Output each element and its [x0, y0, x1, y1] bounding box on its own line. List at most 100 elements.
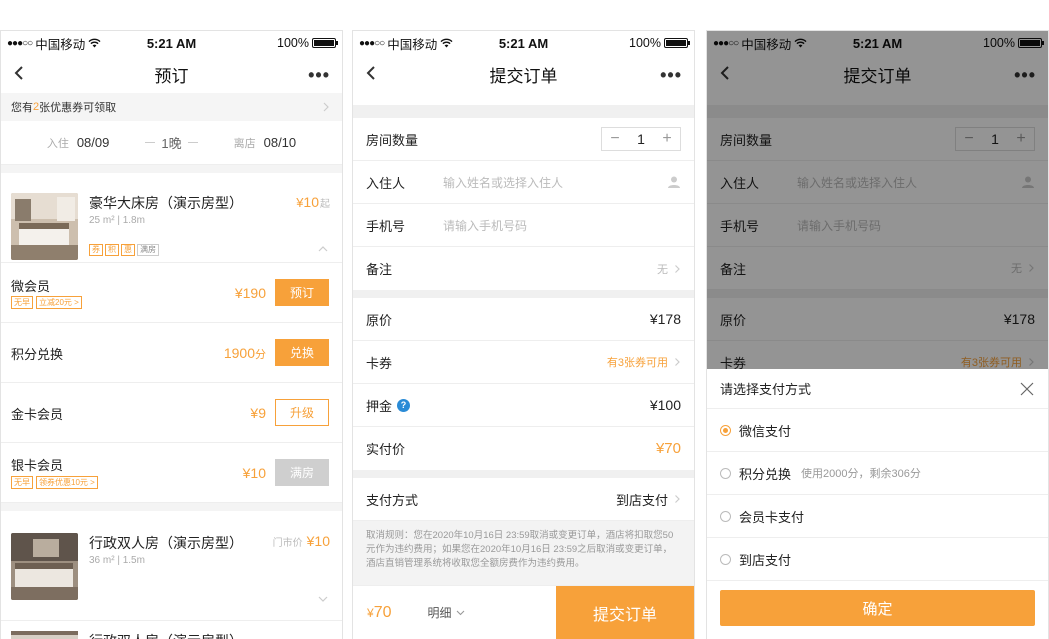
checkin-label: 入住 — [46, 137, 69, 150]
option-label: 微信支付 — [739, 423, 792, 439]
room-spec: 25 m² | 1.8m — [89, 215, 145, 226]
original-price-label: 原价 — [366, 312, 393, 328]
guest-row[interactable]: 入住人 输入姓名或选择入住人 — [353, 161, 694, 204]
plan-price: ¥9 — [250, 405, 266, 421]
phone-row[interactable]: 手机号 请输入手机号码 — [353, 204, 694, 247]
status-bar: ●●●○○ 中国移动 5:21 AM 100% — [353, 31, 694, 55]
tag-full: 满房 — [137, 244, 159, 256]
redeem-button[interactable]: 兑换 — [275, 339, 329, 366]
decrement-button[interactable]: − — [602, 130, 628, 148]
back-icon[interactable] — [363, 64, 381, 82]
tag-instant-discount[interactable]: 立减20元 > — [36, 296, 82, 309]
section-gap — [1, 165, 342, 173]
screen-payment-select: ●●●○○ 中国移动 5:21 AM 100% 提交订单 ••• 房间数量 − … — [706, 30, 1049, 639]
chevron-up-icon[interactable] — [318, 245, 328, 253]
price-section: 原价 ¥178 卡券 有3张券可用 押金? ¥100 实付价 ¥70 — [353, 298, 694, 470]
payment-option-points[interactable]: 积分兑换 使用2000分，剩余306分 — [707, 452, 1048, 495]
deposit-value: ¥100 — [649, 397, 681, 413]
rate-plan-row: 银卡会员 无早 领券优惠10元 > ¥10 满房 — [1, 443, 342, 503]
remark-value: 无 — [657, 261, 681, 277]
question-icon[interactable]: ? — [397, 398, 411, 412]
option-label: 积分兑换 — [739, 466, 792, 482]
status-bar: ●●●○○ 中国移动 5:21 AM 100% — [1, 31, 342, 55]
radio-icon[interactable] — [720, 467, 731, 479]
more-icon[interactable]: ••• — [660, 65, 682, 86]
checkout-date[interactable]: 08/10 — [264, 135, 297, 150]
page-title: 提交订单 — [489, 66, 558, 86]
chevron-right-icon — [675, 495, 680, 503]
status-time: 5:21 AM — [146, 35, 197, 51]
detail-toggle[interactable]: 明细 — [427, 604, 464, 621]
plan-name: 微会员 — [11, 279, 51, 294]
carrier-name: 中国移动 — [35, 37, 86, 52]
payment-sheet: 请选择支付方式 微信支付 积分兑换 使用2000分，剩余306分 会员卡支付 到… — [707, 369, 1048, 639]
payment-option-pay-at-hotel[interactable]: 到店支付 — [707, 538, 1048, 581]
spacer — [353, 93, 694, 105]
deposit-label: 押金 — [366, 398, 393, 414]
upgrade-button[interactable]: 升级 — [275, 399, 329, 426]
plan-tags: 无早 领券优惠10元 > — [11, 476, 98, 489]
room-card[interactable]: 豪华大床房（演示房型） 25 m² | 1.8m 券 积 惠 满房 ¥10起 — [1, 173, 342, 263]
full-button: 满房 — [275, 459, 329, 486]
back-icon[interactable] — [11, 64, 29, 82]
submit-order-button[interactable]: 提交订单 — [556, 586, 694, 639]
book-button[interactable]: 预订 — [275, 279, 329, 306]
coupon-value: 有3张券可用 — [607, 354, 681, 370]
signal-dots: ●●●○○ — [359, 37, 385, 49]
payment-option-member-card[interactable]: 会员卡支付 — [707, 495, 1048, 538]
payment-option-wechat[interactable]: 微信支付 — [707, 409, 1048, 452]
increment-button[interactable]: + — [654, 130, 680, 148]
total-amount: ¥70 — [367, 603, 392, 621]
checkout-bar: ¥70 明细 提交订单 — [353, 585, 694, 639]
option-label: 到店支付 — [739, 552, 792, 568]
wifi-icon — [440, 38, 453, 48]
payment-method-value: 到店支付 — [616, 490, 681, 509]
sheet-title: 请选择支付方式 — [720, 382, 812, 397]
rate-plan-row: 积分兑换 1900分 兑换 — [1, 323, 342, 383]
battery-icon — [664, 38, 690, 48]
option-label: 会员卡支付 — [739, 509, 805, 525]
checkin-date[interactable]: 08/09 — [77, 135, 110, 150]
person-icon[interactable] — [667, 175, 681, 189]
plan-price: 1900分 — [223, 345, 266, 361]
section-gap — [353, 105, 694, 118]
tag-coupon-discount[interactable]: 领券优惠10元 > — [36, 476, 98, 489]
plan-tags: 无早 立减20元 > — [11, 296, 82, 309]
guest-label: 入住人 — [366, 175, 406, 191]
room-card[interactable]: 行政双人房（演示房型） — [1, 621, 342, 639]
radio-icon[interactable] — [720, 553, 731, 565]
close-icon[interactable] — [1019, 381, 1035, 397]
coupon-row[interactable]: 卡券 有3张券可用 — [353, 341, 694, 384]
room-count-row: 房间数量 − 1 + — [353, 118, 694, 161]
chevron-down-icon[interactable] — [318, 595, 328, 603]
more-icon[interactable]: ••• — [308, 65, 330, 86]
guest-section: 房间数量 − 1 + 入住人 输入姓名或选择入住人 手机号 请输入手机号码 备注… — [353, 118, 694, 290]
radio-icon[interactable] — [720, 424, 731, 436]
confirm-button[interactable]: 确定 — [720, 590, 1035, 626]
tag-discount: 惠 — [121, 244, 135, 256]
tag-points: 积 — [105, 244, 119, 256]
tag-coupon: 券 — [89, 244, 103, 256]
room-image — [11, 533, 78, 600]
room-card[interactable]: 行政双人房（演示房型） 36 m² | 1.5m 门市价 ¥10 — [1, 511, 342, 621]
section-gap — [353, 470, 694, 478]
room-name: 豪华大床房（演示房型） — [89, 195, 243, 211]
page-title: 预订 — [154, 66, 189, 86]
coupon-banner[interactable]: 您有 2 张优惠券可领取 — [1, 93, 342, 121]
payment-method-row[interactable]: 支付方式 到店支付 — [353, 478, 694, 521]
deposit-row: 押金? ¥100 — [353, 384, 694, 427]
room-image — [11, 193, 78, 260]
remark-row[interactable]: 备注 无 — [353, 247, 694, 290]
rate-plan-row: 微会员 无早 立减20元 > ¥190 预订 — [1, 263, 342, 323]
room-image — [11, 631, 78, 639]
radio-icon[interactable] — [720, 510, 731, 522]
guest-input[interactable]: 输入姓名或选择入住人 — [443, 174, 563, 191]
option-note: 使用2000分，剩余306分 — [801, 468, 921, 480]
cancel-rules: 取消规则：您在2020年10月16日 23:59取消或变更订单，酒店将扣取您50… — [353, 521, 694, 585]
remark-label: 备注 — [366, 262, 393, 277]
date-selector[interactable]: 入住 08/09 1晚 离店 08/10 — [1, 121, 342, 165]
battery-icon — [312, 38, 338, 48]
phone-input[interactable]: 请输入手机号码 — [443, 217, 527, 234]
screen-booking: ●●●○○ 中国移动 5:21 AM 100% 预订 ••• 您有 2 张优惠券… — [0, 30, 343, 639]
room-count-value: 1 — [637, 131, 645, 147]
